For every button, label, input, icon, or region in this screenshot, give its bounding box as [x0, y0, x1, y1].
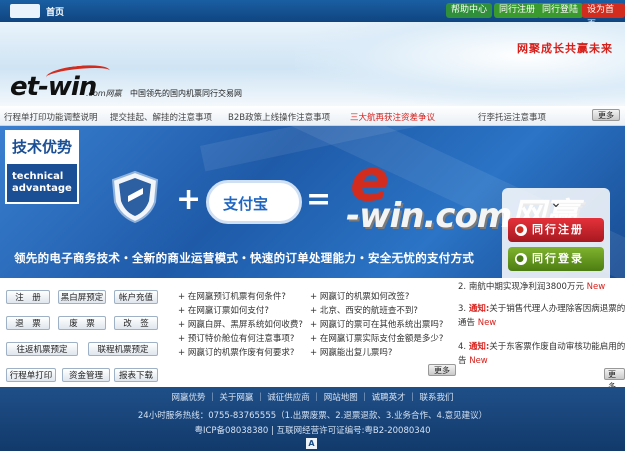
fund-management-button[interactable]: 资金管理 [62, 368, 110, 382]
notice-text-cont: 告 [458, 356, 467, 366]
notice-text: 关于销售代理人办理除客因病退票的 [489, 304, 625, 314]
banner-login-label: 同行登录 [532, 252, 584, 265]
news-item[interactable]: 行李托运注意事项 [478, 111, 546, 123]
tech-advantage-en-2: advantage [12, 183, 72, 194]
faq-more-button[interactable]: 更多 [428, 364, 456, 376]
faq-link[interactable]: + 在网赢预订机票有何条件? [178, 290, 286, 302]
connecting-booking-button[interactable]: 联程机票预定 [88, 342, 158, 356]
footer-links[interactable]: 网赢优势 ｜ 关于网赢 ｜ 诚征供应商 ｜ 网站地图 ｜ 诚聘英才 ｜ 联系我们 [0, 391, 625, 403]
new-badge: New [469, 356, 488, 366]
news-item[interactable]: B2B政策上线操作注意事项 [228, 111, 330, 123]
site-footer: 网赢优势 ｜ 关于网赢 ｜ 诚征供应商 ｜ 网站地图 ｜ 诚聘英才 ｜ 联系我们… [0, 387, 625, 451]
home-link[interactable]: 首页 [46, 5, 64, 18]
tech-advantage-en: technical advantage [7, 164, 77, 202]
notice-number: 4. [458, 342, 467, 352]
notice-number: 3. [458, 304, 467, 314]
screen-booking-button[interactable]: 黑白屏预定 [58, 290, 106, 304]
security-shield-icon [111, 170, 159, 224]
plus-symbol: + [176, 182, 202, 217]
agent-register-button[interactable]: 同行注册 [494, 3, 541, 18]
register-button[interactable]: 注 册 [6, 290, 50, 304]
site-logo[interactable]: et-win [10, 72, 97, 102]
agent-login-button[interactable]: 同行登陆 [537, 3, 584, 18]
site-header: 网聚成长共赢未来 et-win .com网赢 中国领先的国内机票同行交易网 [0, 22, 625, 106]
faq-link[interactable]: + 预订特价舱位有何注意事项? [178, 332, 294, 344]
home-icon[interactable] [10, 4, 40, 18]
logo-subtext: .com网赢 [86, 89, 122, 98]
certification-icon[interactable]: A [306, 438, 317, 449]
faq-link[interactable]: + 网赢订的机票如何改签? [310, 290, 409, 302]
banner-login-button[interactable]: ● 同行登录 [508, 247, 604, 271]
faq-link[interactable]: + 网赢能出复儿票吗? [310, 346, 392, 358]
news-item[interactable]: 提交挂起、解挂的注意事项 [110, 111, 212, 123]
person-icon: ● [515, 224, 527, 236]
notice-item[interactable]: 2. 南航中期实现净利润3800万元 New [458, 280, 605, 292]
tech-advantage-en-1: technical [12, 171, 64, 182]
notice-item-cont[interactable]: 通告 New [458, 316, 496, 328]
site-tagline: 中国领先的国内机票同行交易网 [130, 89, 242, 98]
notice-number: 2. [458, 282, 467, 292]
header-slogan: 网聚成长共赢未来 [517, 42, 613, 55]
notice-tag: 通知: [468, 342, 490, 352]
chevron-down-icon[interactable]: ⌄ [546, 196, 566, 210]
faq-link[interactable]: + 网赢订的机票作废有何要求? [178, 346, 294, 358]
report-download-button[interactable]: 报表下载 [114, 368, 158, 382]
notice-text: 关于东客票作废自动审核功能启用的通 [489, 342, 625, 352]
alipay-logo: 支付宝 [206, 180, 302, 224]
itinerary-print-button[interactable]: 行程单打印 [6, 368, 56, 382]
change-ticket-button[interactable]: 改 签 [114, 316, 158, 330]
banner-register-button[interactable]: ● 同行注册 [508, 218, 604, 242]
person-icon: ● [515, 253, 527, 265]
header-backdrop [295, 22, 625, 106]
footer-icp: 粤ICP备08038380 | 互联网经营许可证编号:粤B2-20080340 [194, 426, 431, 436]
notice-item[interactable]: 4. 通知:关于东客票作废自动审核功能启用的通 [458, 340, 625, 352]
faq-link[interactable]: + 网赢订的票可在其他系统出票吗? [310, 318, 443, 330]
round-trip-booking-button[interactable]: 往返机票预定 [6, 342, 78, 356]
faq-link[interactable]: + 在网赢订票实际支付金额是多少? [310, 332, 443, 344]
banner-slogan: 领先的电子商务技术・全新的商业运营模式・快速的订单处理能力・安全无忧的支付方式 [14, 251, 475, 265]
top-bar: 首页 帮助中心 同行注册 同行登陆 设为首页 [0, 0, 625, 30]
equals-symbol: = [306, 182, 332, 217]
footer-hotline: 24小时服务热线：0755-83765555（1.出票废票、2.退票退款、3.业… [137, 411, 488, 421]
faq-link[interactable]: + 在网赢订票如何支付? [178, 304, 269, 316]
notice-text: 南航中期实现净利润3800万元 [468, 282, 584, 292]
set-homepage-button[interactable]: 设为首页 [582, 3, 625, 30]
news-item-highlight[interactable]: 三大航再获注资差争议 [350, 111, 435, 123]
tech-advantage-cn: 技术优势 [7, 132, 77, 162]
help-center-button[interactable]: 帮助中心 [446, 3, 493, 18]
news-item[interactable]: 行程单打印功能调整说明 [4, 111, 98, 123]
account-recharge-button[interactable]: 帐户充值 [114, 290, 158, 304]
new-badge: New [477, 318, 497, 328]
faq-link[interactable]: + 网赢白屏、黑屏系统如何收费? [178, 318, 303, 330]
alipay-text: 支付宝 [223, 195, 269, 213]
tech-advantage-badge: 技术优势 technical advantage [5, 130, 79, 204]
news-bar: 行程单打印功能调整说明 提交挂起、解挂的注意事项 B2B政策上线操作注意事项 三… [0, 106, 625, 126]
notice-item[interactable]: 3. 通知:关于销售代理人办理除客因病退票的 [458, 302, 625, 314]
refund-button[interactable]: 退 票 [6, 316, 50, 330]
notice-more-button[interactable]: 更多 [604, 368, 625, 391]
faq-link[interactable]: + 北京、西安的航班查不到? [310, 304, 418, 316]
banner-register-label: 同行注册 [532, 223, 584, 236]
notice-tag: 通知: [468, 304, 490, 314]
notice-item-cont[interactable]: 告 New [458, 354, 488, 366]
news-more-button[interactable]: 更多 [592, 109, 620, 121]
new-badge: New [586, 282, 606, 292]
notice-text-cont: 通告 [458, 318, 476, 328]
void-ticket-button[interactable]: 废 票 [58, 316, 106, 330]
